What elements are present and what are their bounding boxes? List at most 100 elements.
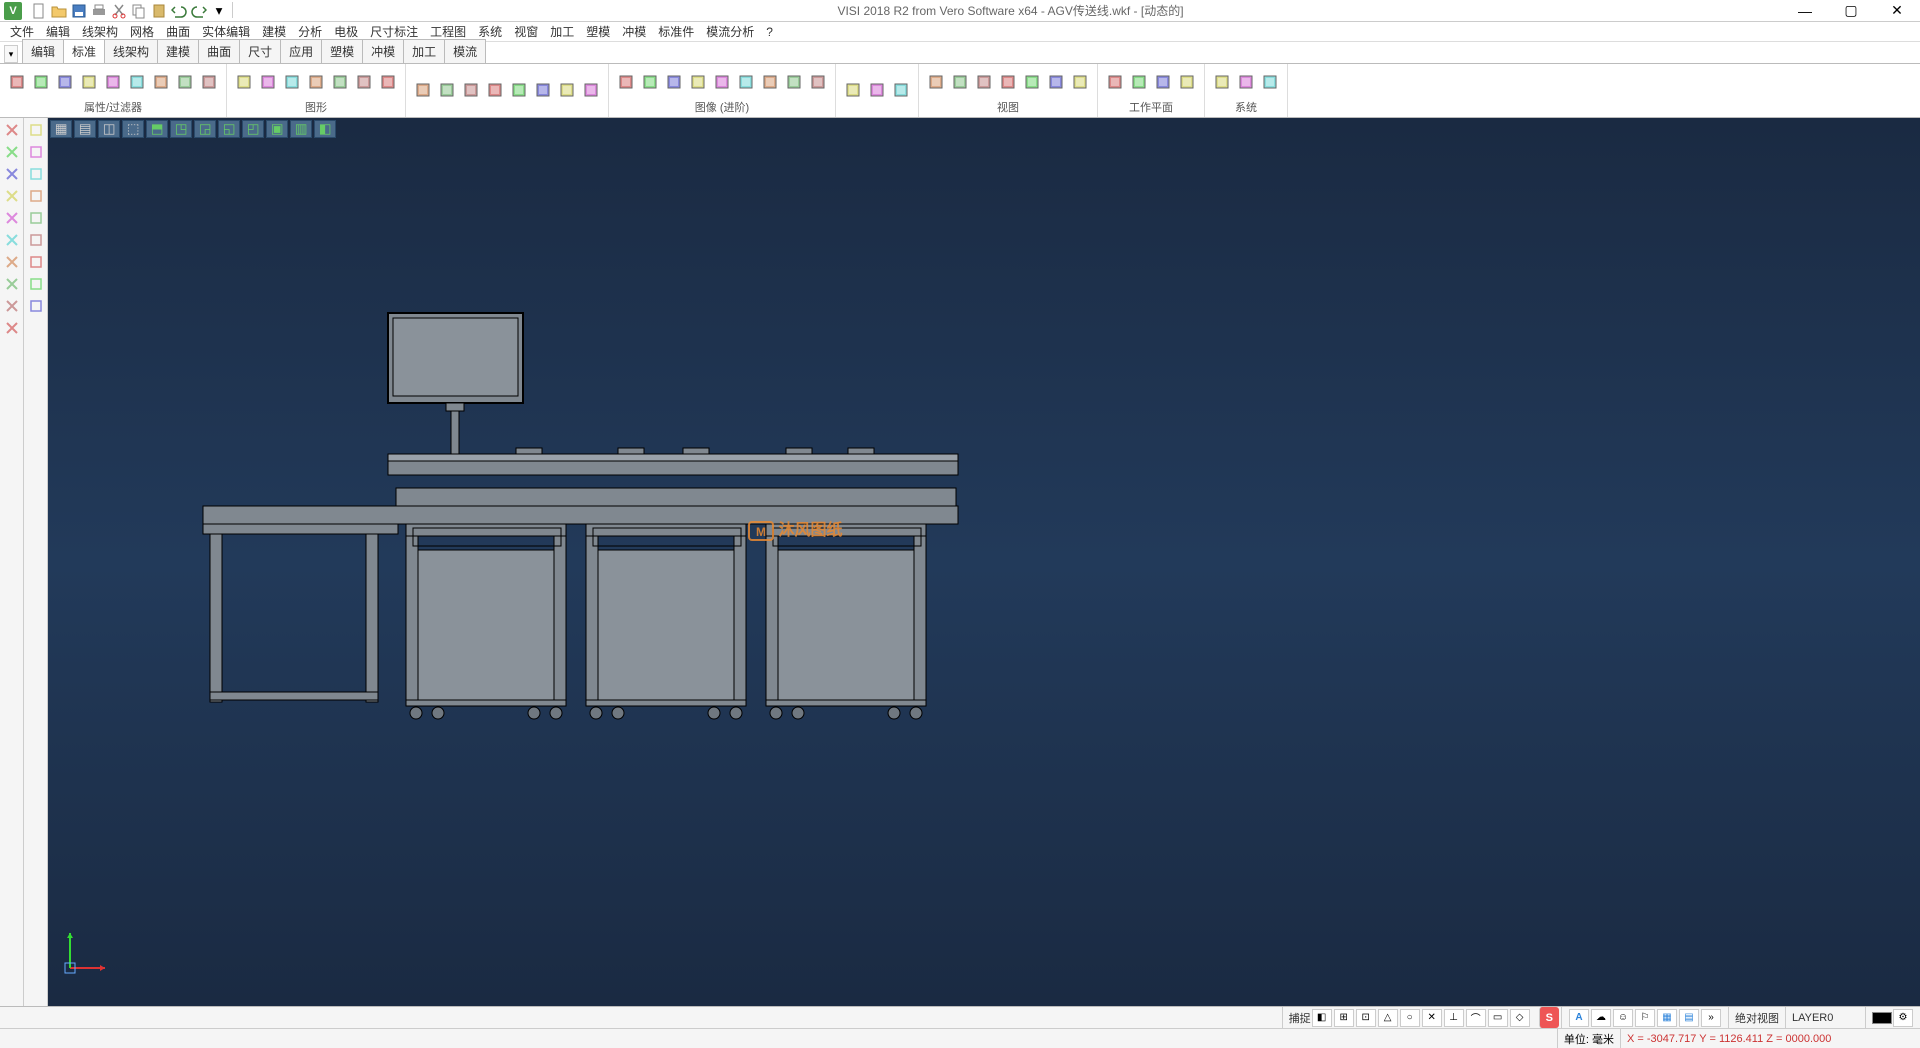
ribbon-btn-1-4[interactable]: [329, 69, 351, 95]
mode-cloud-icon[interactable]: ☁: [1591, 1009, 1611, 1027]
snap-int-icon[interactable]: ✕: [1422, 1009, 1442, 1027]
ribbon-btn-2-4[interactable]: [508, 77, 530, 103]
mode-chev-icon[interactable]: »: [1701, 1009, 1721, 1027]
menu-item-15[interactable]: 冲模: [616, 21, 652, 42]
ribbon-btn-3-4[interactable]: [711, 69, 733, 95]
status-layer[interactable]: LAYER0: [1785, 1007, 1865, 1028]
ribbon-btn-0-1[interactable]: [30, 69, 52, 95]
ribbon-collapse-icon[interactable]: ▾: [4, 45, 18, 63]
left-tool2-8[interactable]: [26, 296, 46, 316]
ribbon-btn-1-3[interactable]: [305, 69, 327, 95]
menu-item-14[interactable]: 塑模: [580, 21, 616, 42]
qat-paste-icon[interactable]: [150, 2, 168, 20]
tab-10[interactable]: 模流: [444, 39, 486, 63]
left-tool2-0[interactable]: [26, 120, 46, 140]
tab-5[interactable]: 尺寸: [239, 39, 281, 63]
left-tool-1[interactable]: [2, 142, 22, 162]
menu-item-13[interactable]: 加工: [544, 21, 580, 42]
viewport-btn-2[interactable]: ◫: [98, 120, 120, 138]
menu-item-16[interactable]: 标准件: [652, 21, 700, 42]
left-tool-5[interactable]: [2, 230, 22, 250]
ribbon-btn-2-2[interactable]: [460, 77, 482, 103]
mode-grid2-icon[interactable]: ▤: [1679, 1009, 1699, 1027]
snap-toggle-icon[interactable]: ◧: [1312, 1009, 1332, 1027]
ribbon-btn-0-0[interactable]: [6, 69, 28, 95]
snap-near-icon[interactable]: ▭: [1488, 1009, 1508, 1027]
tab-6[interactable]: 应用: [280, 39, 322, 63]
snap-tan-icon[interactable]: ⌒: [1466, 1009, 1486, 1027]
ribbon-btn-3-1[interactable]: [639, 69, 661, 95]
tab-0[interactable]: 编辑: [22, 39, 64, 63]
left-tool-2[interactable]: [2, 164, 22, 184]
ribbon-btn-0-4[interactable]: [102, 69, 124, 95]
mode-grid1-icon[interactable]: ▦: [1657, 1009, 1677, 1027]
tab-1[interactable]: 标准: [63, 39, 105, 63]
ribbon-btn-5-0[interactable]: [925, 69, 947, 95]
ribbon-btn-2-7[interactable]: [580, 77, 602, 103]
ribbon-btn-6-2[interactable]: [1152, 69, 1174, 95]
qat-redo-icon[interactable]: [190, 2, 208, 20]
ribbon-btn-5-5[interactable]: [1045, 69, 1067, 95]
tab-9[interactable]: 加工: [403, 39, 445, 63]
left-tool2-6[interactable]: [26, 252, 46, 272]
ribbon-btn-0-2[interactable]: [54, 69, 76, 95]
viewport-3d[interactable]: ▦▤◫⬚⬒◳◲◱◰▣▥◧: [48, 118, 1920, 1006]
qat-print-icon[interactable]: [90, 2, 108, 20]
ribbon-btn-0-8[interactable]: [198, 69, 220, 95]
tab-4[interactable]: 曲面: [198, 39, 240, 63]
tab-7[interactable]: 塑模: [321, 39, 363, 63]
left-tool-3[interactable]: [2, 186, 22, 206]
ribbon-btn-7-2[interactable]: [1259, 69, 1281, 95]
ribbon-btn-5-1[interactable]: [949, 69, 971, 95]
mode-text-icon[interactable]: A: [1569, 1009, 1589, 1027]
mode-flag-icon[interactable]: ⚐: [1635, 1009, 1655, 1027]
ribbon-btn-5-4[interactable]: [1021, 69, 1043, 95]
viewport-btn-10[interactable]: ▥: [290, 120, 312, 138]
viewport-btn-0[interactable]: ▦: [50, 120, 72, 138]
left-tool2-2[interactable]: [26, 164, 46, 184]
left-tool2-4[interactable]: [26, 208, 46, 228]
menu-item-12[interactable]: 视窗: [508, 21, 544, 42]
left-tool2-5[interactable]: [26, 230, 46, 250]
qat-new-icon[interactable]: [30, 2, 48, 20]
ribbon-btn-0-7[interactable]: [174, 69, 196, 95]
ribbon-btn-4-1[interactable]: [866, 77, 888, 103]
ribbon-btn-1-5[interactable]: [353, 69, 375, 95]
snap-center-icon[interactable]: ○: [1400, 1009, 1420, 1027]
snap-end-icon[interactable]: ⊡: [1356, 1009, 1376, 1027]
ribbon-btn-3-7[interactable]: [783, 69, 805, 95]
ribbon-btn-3-6[interactable]: [759, 69, 781, 95]
ribbon-btn-0-6[interactable]: [150, 69, 172, 95]
viewport-btn-5[interactable]: ◳: [170, 120, 192, 138]
ribbon-btn-1-0[interactable]: [233, 69, 255, 95]
ribbon-btn-3-5[interactable]: [735, 69, 757, 95]
viewport-btn-4[interactable]: ⬒: [146, 120, 168, 138]
left-tool-7[interactable]: [2, 274, 22, 294]
ribbon-btn-5-2[interactable]: [973, 69, 995, 95]
viewport-btn-9[interactable]: ▣: [266, 120, 288, 138]
snap-mid-icon[interactable]: △: [1378, 1009, 1398, 1027]
snap-quad-icon[interactable]: ◇: [1510, 1009, 1530, 1027]
ribbon-btn-3-2[interactable]: [663, 69, 685, 95]
tab-2[interactable]: 线架构: [104, 39, 158, 63]
viewport-btn-7[interactable]: ◱: [218, 120, 240, 138]
ribbon-btn-6-1[interactable]: [1128, 69, 1150, 95]
left-tool-6[interactable]: [2, 252, 22, 272]
viewport-btn-6[interactable]: ◲: [194, 120, 216, 138]
ribbon-btn-5-6[interactable]: [1069, 69, 1091, 95]
left-tool-4[interactable]: [2, 208, 22, 228]
ribbon-btn-6-3[interactable]: [1176, 69, 1198, 95]
ribbon-btn-1-1[interactable]: [257, 69, 279, 95]
ribbon-btn-4-2[interactable]: [890, 77, 912, 103]
maximize-button[interactable]: ▢: [1828, 0, 1874, 22]
ribbon-btn-2-0[interactable]: [412, 77, 434, 103]
ribbon-btn-0-3[interactable]: [78, 69, 100, 95]
qat-save-icon[interactable]: [70, 2, 88, 20]
menu-item-17[interactable]: 模流分析: [700, 21, 760, 42]
tab-3[interactable]: 建模: [157, 39, 199, 63]
left-tool-8[interactable]: [2, 296, 22, 316]
ribbon-btn-3-8[interactable]: [807, 69, 829, 95]
mode-smile-icon[interactable]: ☺: [1613, 1009, 1633, 1027]
ribbon-btn-7-1[interactable]: [1235, 69, 1257, 95]
left-tool-0[interactable]: [2, 120, 22, 140]
